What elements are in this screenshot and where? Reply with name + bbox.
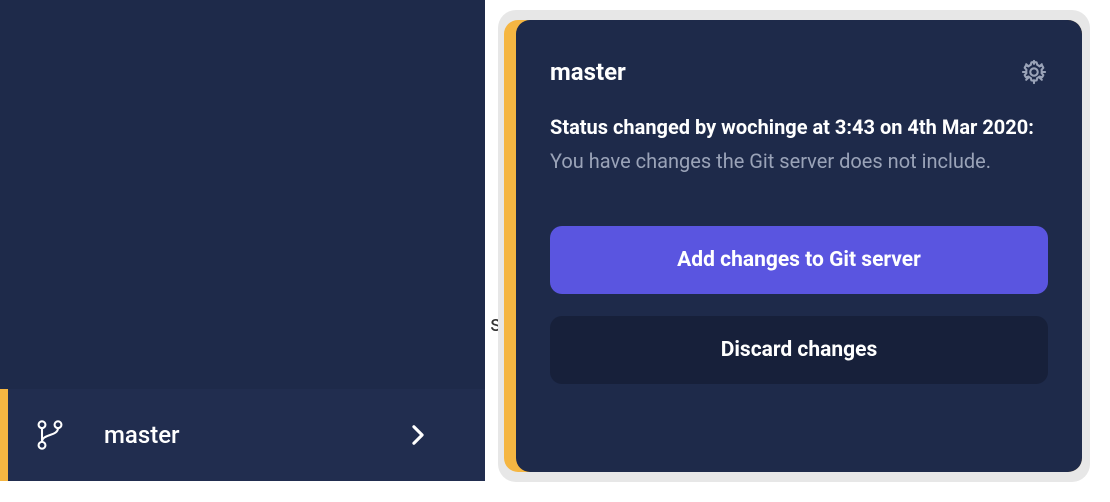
chevron-right-icon: [411, 424, 425, 446]
sidebar-accent-bar: [0, 389, 8, 481]
gear-icon[interactable]: [1020, 58, 1048, 86]
discard-changes-button[interactable]: Discard changes: [550, 316, 1048, 384]
popup-header: master: [550, 58, 1048, 86]
status-prefix: Status changed by wochinge at 3:43 on 4t…: [550, 115, 1034, 139]
popup-title: master: [550, 58, 626, 86]
sidebar-branch-item[interactable]: master: [0, 389, 485, 481]
sidebar: master: [0, 0, 485, 481]
add-changes-button[interactable]: Add changes to Git server: [550, 226, 1048, 294]
git-branch-icon: [36, 419, 64, 451]
branch-label: master: [104, 421, 411, 449]
status-text: Status changed by wochinge at 3:43 on 4t…: [550, 110, 1048, 178]
git-status-popup: master Status changed by wochinge at 3:4…: [516, 20, 1082, 472]
status-detail: You have changes the Git server does not…: [550, 149, 991, 173]
